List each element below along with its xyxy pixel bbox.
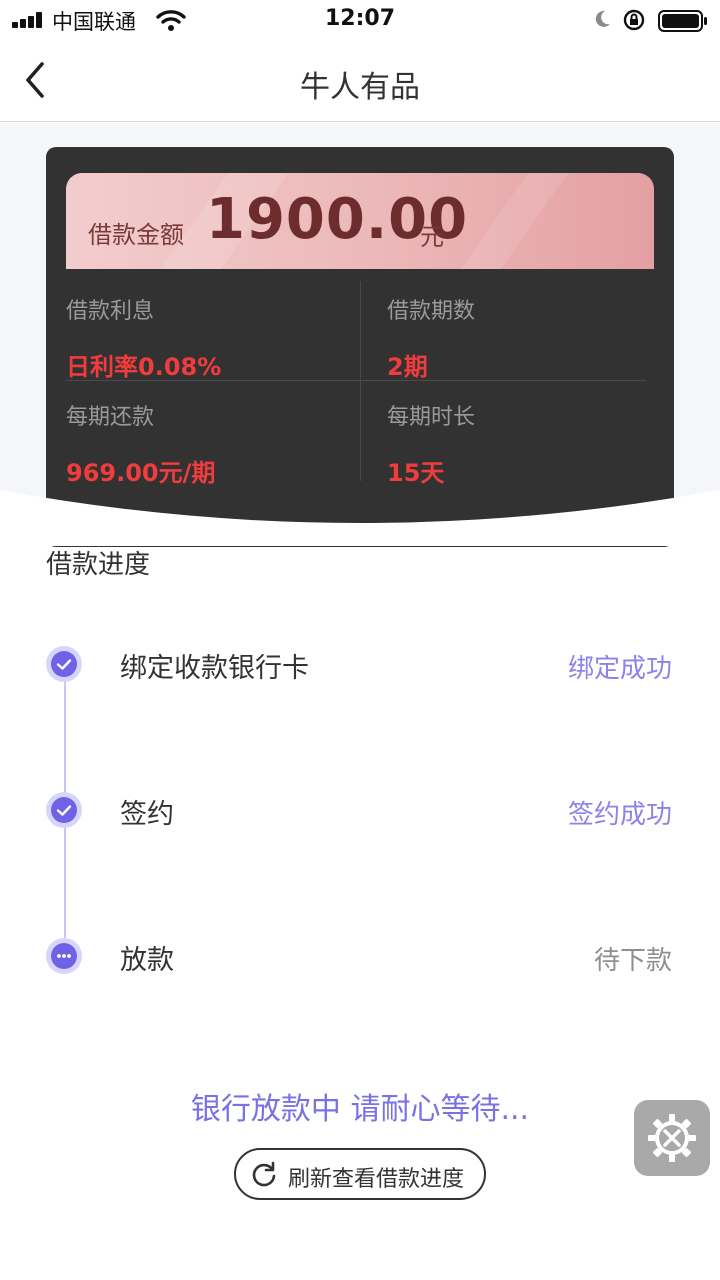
- check-icon: [46, 646, 82, 682]
- more-dots-icon: [46, 938, 82, 974]
- detail-installment: 每期还款 969.00元/期: [66, 399, 215, 488]
- step-name: 绑定收款银行卡: [120, 653, 309, 684]
- battery-icon: [658, 10, 707, 32]
- amount-unit: 元: [420, 223, 444, 251]
- detail-label: 借款期数: [387, 299, 476, 324]
- step-name: 放款: [120, 945, 174, 976]
- curved-divider: [0, 490, 720, 546]
- step-status: 绑定成功: [567, 654, 672, 684]
- amount-label: 借款金额: [88, 221, 184, 249]
- detail-periods: 借款期数 2期: [387, 293, 475, 382]
- amount-banner: 借款金额 1900.00 元: [66, 173, 654, 269]
- rotation-lock-icon: [623, 9, 645, 31]
- progress-step-sign: 签约 签约成功: [0, 786, 720, 836]
- detail-label: 借款利息: [66, 299, 155, 324]
- progress-step-bind-card: 绑定收款银行卡 绑定成功: [0, 640, 720, 690]
- detail-label: 每期还款: [66, 405, 155, 430]
- detail-interest: 借款利息 日利率0.08%: [66, 293, 221, 382]
- progress-step-disburse: 放款 待下款: [0, 932, 720, 982]
- nav-bar: 牛人有品: [0, 40, 720, 122]
- gear-wrench-icon: [648, 1114, 696, 1162]
- divider: [66, 380, 646, 381]
- detail-period-length: 每期时长 15天: [387, 399, 475, 488]
- floating-tool-button[interactable]: [634, 1100, 710, 1176]
- page-title: 牛人有品: [300, 70, 420, 105]
- moon-icon: [595, 10, 610, 27]
- divider: [360, 281, 361, 481]
- step-name: 签约: [120, 799, 174, 830]
- clock: 12:07: [324, 6, 396, 31]
- step-status: 待下款: [593, 946, 672, 976]
- detail-label: 每期时长: [387, 405, 476, 430]
- waiting-message: 银行放款中 请耐心等待...: [190, 1092, 530, 1127]
- refresh-progress-button[interactable]: 刷新查看借款进度: [234, 1148, 486, 1200]
- detail-value: 2期: [387, 353, 428, 381]
- refresh-icon: [252, 1161, 276, 1187]
- step-status: 签约成功: [567, 800, 672, 830]
- status-bar: 中国联通 12:07: [0, 0, 720, 40]
- detail-value: 日利率0.08%: [66, 353, 222, 381]
- check-icon: [46, 792, 82, 828]
- progress-title: 借款进度: [46, 550, 151, 580]
- refresh-button-label: 刷新查看借款进度: [288, 1167, 465, 1192]
